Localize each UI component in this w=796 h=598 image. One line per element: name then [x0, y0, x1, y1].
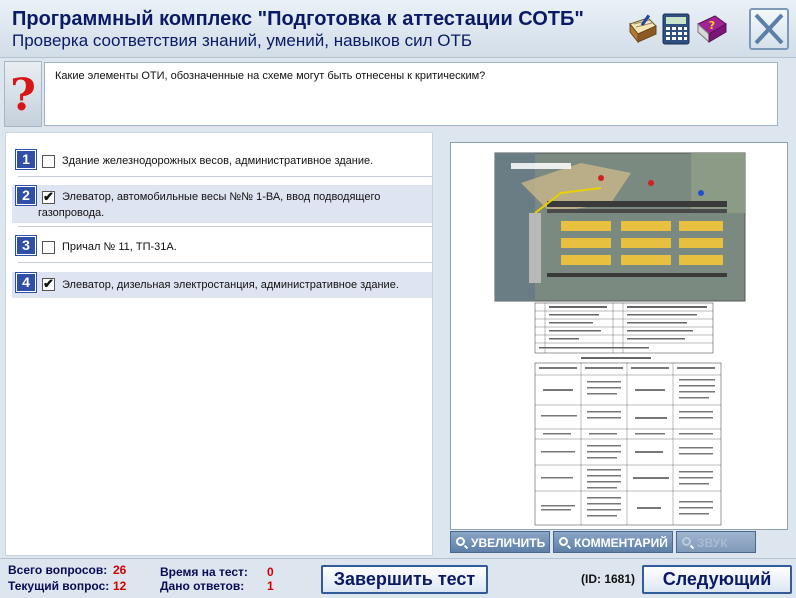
magnifier-icon [456, 537, 465, 546]
next-button[interactable]: Следующий [642, 565, 792, 594]
svg-text:?: ? [10, 70, 36, 121]
current-question-value: 12 [113, 579, 127, 593]
question-text: Какие элементы ОТИ, обозначенные на схем… [44, 62, 778, 126]
divider [18, 176, 432, 177]
current-question-label: Текущий вопрос: [8, 579, 110, 593]
comment-button[interactable]: КОММЕНТАРИЙ [553, 531, 673, 553]
answers-given-label: Дано ответов: [160, 579, 245, 593]
question-id: (ID: 1681) [581, 572, 636, 586]
question-mark-icon: ? [4, 61, 42, 127]
divider [18, 226, 432, 227]
sound-button[interactable]: ЗВУК [676, 531, 756, 553]
answer-text: Элеватор, автомобильные весы №№ 1-ВА, вв… [62, 191, 381, 203]
status-footer: Всего вопросов: 26 Текущий вопрос: 12 Вр… [0, 558, 796, 598]
answer-checkbox[interactable] [42, 241, 55, 254]
answers-given-value: 1 [267, 579, 274, 593]
close-button[interactable] [749, 8, 789, 50]
answer-number: 4 [15, 272, 37, 293]
answer-number: 3 [15, 235, 37, 256]
answer-text-continued: газопровода. [38, 207, 105, 219]
check-icon: ✔ [43, 276, 54, 291]
app-header: Программный комплекс "Подготовка к аттес… [0, 0, 796, 58]
scheme-image[interactable] [450, 142, 788, 530]
image-panel: УВЕЛИЧИТЬ КОММЕНТАРИЙ ЗВУК [436, 132, 796, 556]
magnifier-icon [559, 537, 568, 546]
zoom-button-label: УВЕЛИЧИТЬ [471, 536, 546, 550]
app-title: Программный комплекс "Подготовка к аттес… [12, 8, 584, 30]
help-book-letter: ? [709, 19, 715, 32]
calculator-icon[interactable] [660, 12, 692, 46]
answer-checkbox[interactable]: ✔ [42, 189, 55, 204]
answer-text: Элеватор, дизельная электростанция, адми… [62, 279, 399, 291]
answer-number: 1 [15, 149, 37, 170]
app-subtitle: Проверка соответствия знаний, умений, на… [12, 31, 473, 50]
comment-button-label: КОММЕНТАРИЙ [574, 536, 668, 550]
question-panel: ? Какие элементы ОТИ, обозначенные на сх… [0, 59, 796, 129]
answer-option-4[interactable]: 4 ✔ Элеватор, дизельная электростанция, … [12, 272, 432, 298]
answer-option-3[interactable]: 3 Причал № 11, ТП-31А. [12, 235, 432, 259]
total-questions-label: Всего вопросов: [8, 563, 108, 577]
divider [18, 262, 432, 263]
finish-test-button[interactable]: Завершить тест [321, 565, 488, 594]
total-questions-value: 26 [113, 563, 127, 577]
answer-checkbox[interactable]: ✔ [42, 276, 55, 291]
answer-text: Причал № 11, ТП-31А. [62, 241, 177, 253]
answers-list: 1 Здание железнодорожных весов, админист… [5, 132, 433, 556]
close-icon [754, 13, 784, 45]
sound-button-label: ЗВУК [697, 536, 728, 550]
answer-checkbox[interactable] [42, 155, 55, 168]
facility-scheme-thumbnail [494, 152, 746, 526]
notes-icon[interactable] [626, 12, 658, 46]
zoom-button[interactable]: УВЕЛИЧИТЬ [450, 531, 550, 553]
answer-option-2[interactable]: 2 ✔ Элеватор, автомобильные весы №№ 1-ВА… [12, 185, 432, 223]
answer-text: Здание железнодорожных весов, администра… [62, 155, 374, 167]
help-book-icon[interactable]: ? [695, 12, 727, 46]
answer-number: 2 [15, 185, 37, 206]
test-time-value: 0 [267, 565, 274, 579]
test-time-label: Время на тест: [160, 565, 248, 579]
check-icon: ✔ [43, 189, 54, 204]
answer-option-1[interactable]: 1 Здание железнодорожных весов, админист… [12, 149, 432, 173]
magnifier-icon [682, 537, 691, 546]
